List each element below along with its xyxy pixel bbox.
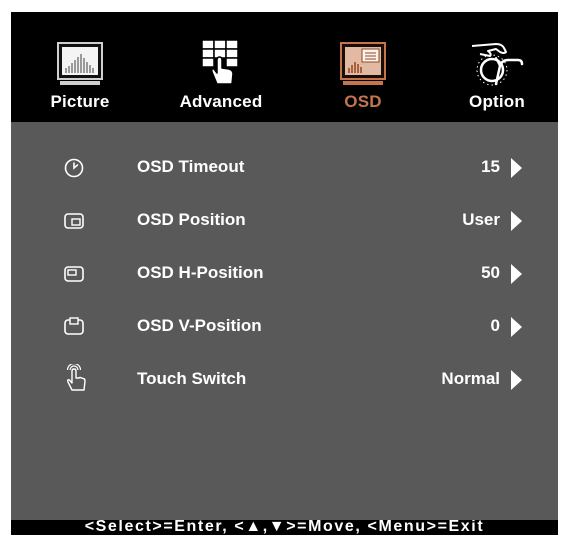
menu-item-label: OSD Timeout xyxy=(137,157,245,176)
menu-item-label: OSD Position xyxy=(137,210,246,229)
chevron-right-icon[interactable] xyxy=(511,158,522,178)
menu-item-value: User xyxy=(462,210,500,229)
osd-menu: Picture Advanced OSD Option OSD Timeout … xyxy=(11,12,558,535)
tab-osd[interactable]: OSD xyxy=(321,12,405,122)
chevron-right-icon[interactable] xyxy=(511,264,522,284)
option-icon xyxy=(466,40,528,93)
tab-bar: Picture Advanced OSD Option xyxy=(11,12,558,122)
osd-settings-panel: OSD Timeout 15 OSD Position User OSD H-P… xyxy=(11,122,558,520)
menu-item-osd-h-position[interactable]: OSD H-Position 50 xyxy=(11,254,558,294)
chevron-right-icon[interactable] xyxy=(511,211,522,231)
tab-picture-label: Picture xyxy=(50,92,110,111)
menu-item-value: 50 xyxy=(481,263,500,282)
osd-v-position-icon xyxy=(63,316,85,338)
chevron-right-icon[interactable] xyxy=(511,370,522,390)
tab-option-label: Option xyxy=(469,92,525,111)
tab-osd-label: OSD xyxy=(344,92,382,111)
menu-item-label: OSD H-Position xyxy=(137,263,264,282)
touch-hand-icon xyxy=(63,362,89,392)
menu-item-touch-switch[interactable]: Touch Switch Normal xyxy=(11,360,558,400)
osd-h-position-icon xyxy=(63,263,85,285)
menu-item-label: OSD V-Position xyxy=(137,316,262,335)
tab-advanced[interactable]: Advanced xyxy=(161,12,281,122)
menu-item-value: 0 xyxy=(490,316,500,335)
osd-icon xyxy=(340,42,386,91)
menu-item-value: Normal xyxy=(441,369,500,388)
footer-hint: <Select>=Enter, <▲,▼>=Move, <Menu>=Exit xyxy=(84,520,485,535)
picture-icon xyxy=(57,42,103,91)
menu-item-label: Touch Switch xyxy=(137,369,247,388)
clock-icon xyxy=(63,157,85,179)
chevron-right-icon[interactable] xyxy=(511,317,522,337)
osd-position-icon xyxy=(63,210,85,232)
menu-item-osd-position[interactable]: OSD Position User xyxy=(11,201,558,241)
advanced-icon xyxy=(198,38,244,91)
menu-item-value: 15 xyxy=(481,157,500,176)
tab-advanced-label: Advanced xyxy=(179,92,263,111)
footer-hint-bar: <Select>=Enter, <▲,▼>=Move, <Menu>=Exit xyxy=(11,520,558,535)
tab-option[interactable]: Option xyxy=(441,12,553,122)
tab-picture[interactable]: Picture xyxy=(33,12,127,122)
menu-item-osd-timeout[interactable]: OSD Timeout 15 xyxy=(11,148,558,188)
menu-item-osd-v-position[interactable]: OSD V-Position 0 xyxy=(11,307,558,347)
